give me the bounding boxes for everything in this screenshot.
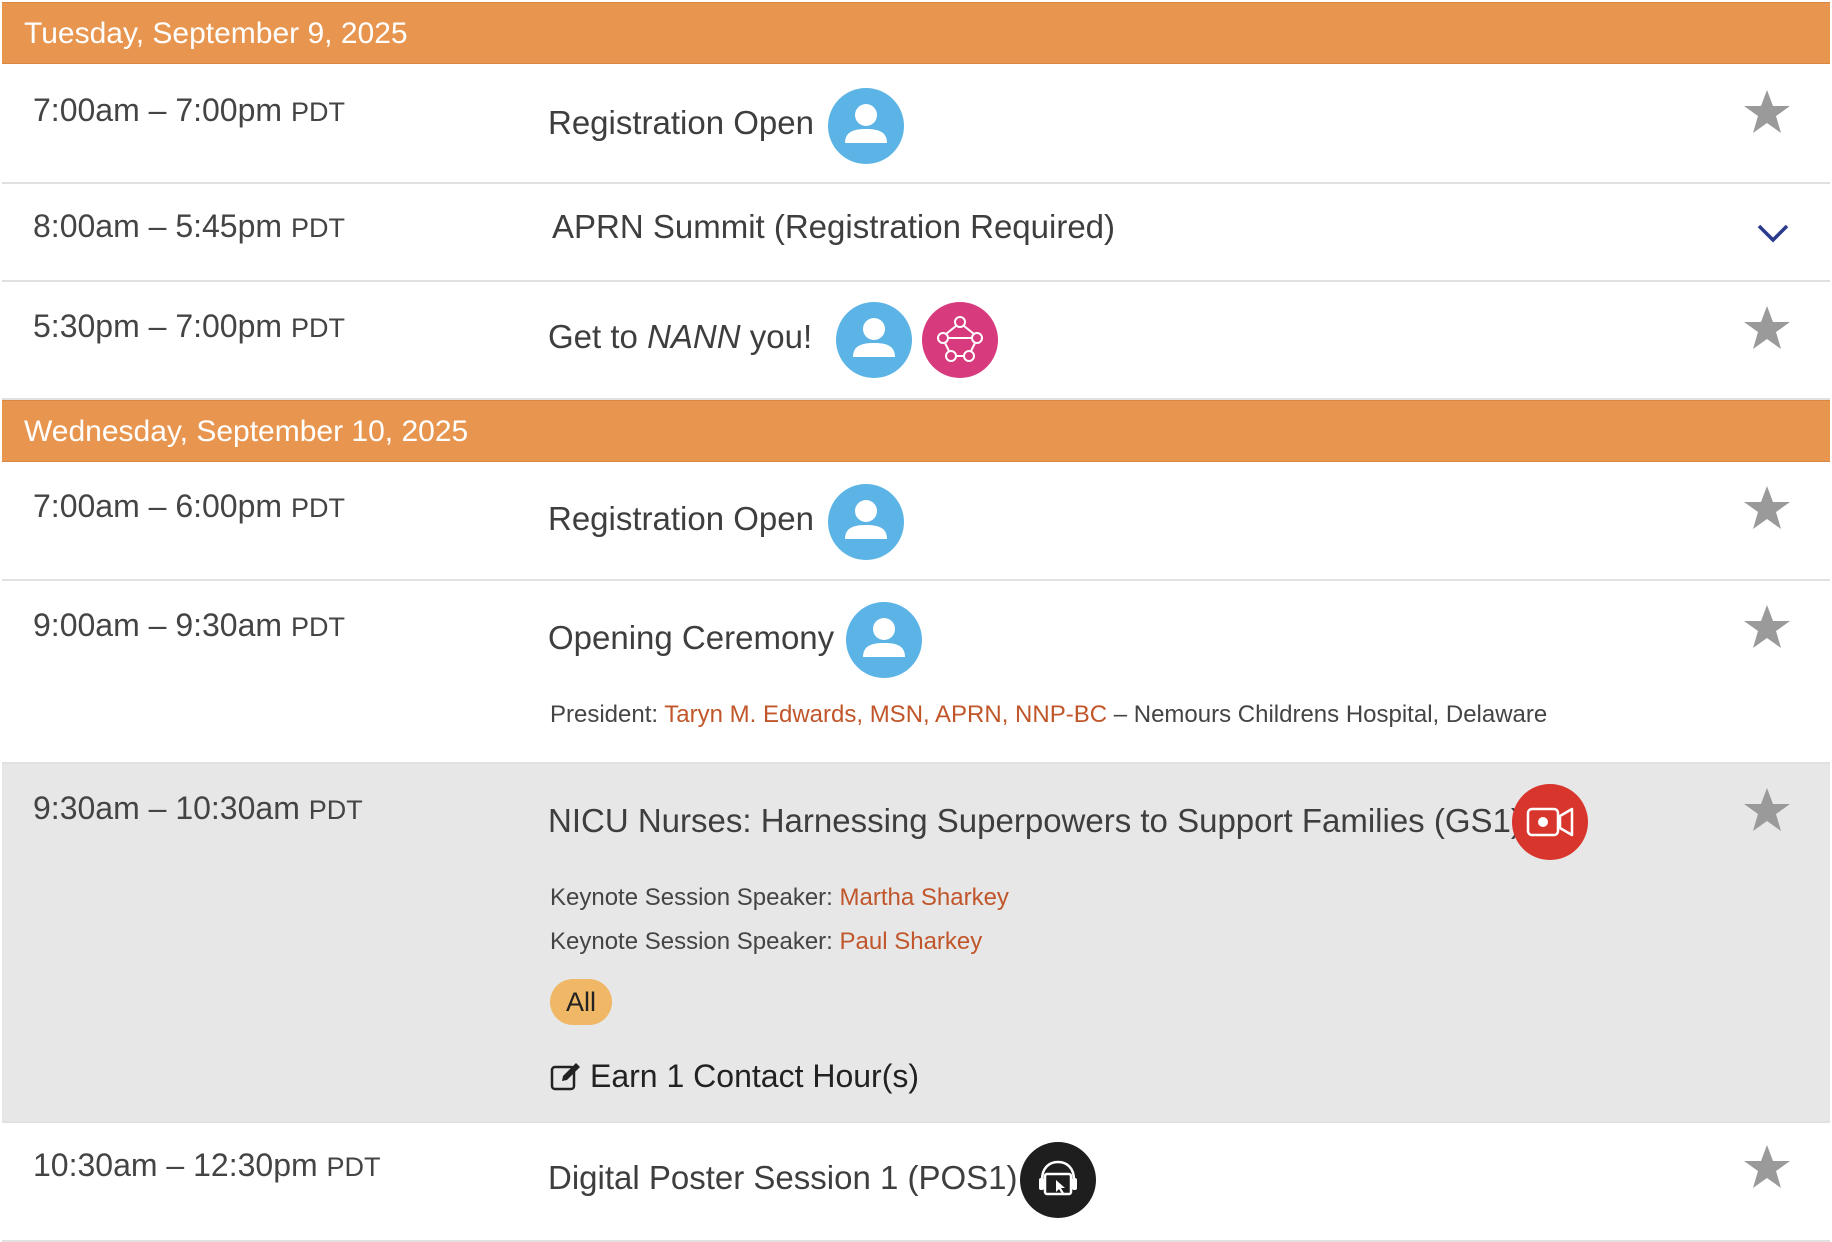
speaker-link[interactable]: Martha Sharkey: [840, 884, 1009, 911]
chevron-down-icon[interactable]: [1756, 222, 1790, 244]
day-header: Wednesday, September 10, 2025: [2, 400, 1830, 462]
person-icon: [828, 88, 904, 164]
session-time: 7:00am – 6:00pm PDT: [33, 488, 345, 524]
favorite-star-icon[interactable]: [1742, 88, 1792, 136]
favorite-star-icon[interactable]: [1742, 304, 1792, 352]
session-title[interactable]: APRN Summit (Registration Required): [552, 208, 1115, 246]
session-row[interactable]: 5:30pm – 7:00pm PDT Get to NANN you!: [2, 282, 1830, 400]
session-time: 5:30pm – 7:00pm PDT: [33, 308, 345, 344]
digital-poster-icon: [1020, 1142, 1096, 1218]
session-title[interactable]: Get to NANN you!: [548, 318, 812, 356]
speaker-line: Keynote Session Speaker: Martha Sharkey: [550, 884, 1009, 911]
session-time: 8:00am – 5:45pm PDT: [33, 208, 345, 244]
favorite-star-icon[interactable]: [1742, 603, 1792, 651]
network-icon: [922, 302, 998, 378]
session-time: 7:00am – 7:00pm PDT: [33, 92, 345, 128]
schedule-list: Tuesday, September 9, 2025 7:00am – 7:00…: [0, 0, 1832, 1242]
audience-badge: All: [550, 979, 613, 1025]
contact-hours-link[interactable]: Earn 1 Contact Hour(s): [550, 1058, 919, 1095]
session-time: 10:30am – 12:30pm PDT: [33, 1147, 381, 1183]
day-label: Wednesday, September 10, 2025: [24, 415, 469, 448]
person-icon: [836, 302, 912, 378]
session-title[interactable]: Registration Open: [548, 500, 814, 538]
session-row[interactable]: 7:00am – 6:00pm PDT Registration Open: [2, 462, 1830, 581]
day-label: Tuesday, September 9, 2025: [24, 17, 408, 50]
session-row[interactable]: 8:00am – 5:45pm PDT APRN Summit (Registr…: [2, 184, 1830, 282]
session-row[interactable]: 7:00am – 7:00pm PDT Registration Open: [2, 64, 1830, 184]
edit-icon: [550, 1063, 580, 1091]
video-camera-icon: [1512, 784, 1588, 860]
speaker-line: President: Taryn M. Edwards, MSN, APRN, …: [550, 701, 1548, 728]
session-title[interactable]: Registration Open: [548, 104, 814, 142]
speaker-link[interactable]: Paul Sharkey: [840, 928, 983, 955]
speaker-link[interactable]: Taryn M. Edwards, MSN, APRN, NNP-BC: [664, 701, 1107, 728]
favorite-star-icon[interactable]: [1742, 484, 1792, 532]
favorite-star-icon[interactable]: [1742, 786, 1792, 834]
session-time: 9:30am – 10:30am PDT: [33, 790, 363, 826]
session-row[interactable]: 9:30am – 10:30am PDT NICU Nurses: Harnes…: [2, 764, 1830, 1123]
session-row[interactable]: 9:00am – 9:30am PDT Opening Ceremony Pre…: [2, 581, 1830, 764]
session-title[interactable]: Digital Poster Session 1 (POS1): [548, 1159, 1018, 1197]
session-title[interactable]: Opening Ceremony: [548, 619, 834, 657]
person-icon: [828, 484, 904, 560]
session-title[interactable]: NICU Nurses: Harnessing Superpowers to S…: [548, 802, 1522, 840]
person-icon: [846, 602, 922, 678]
day-header: Tuesday, September 9, 2025: [2, 2, 1830, 64]
favorite-star-icon[interactable]: [1742, 1143, 1792, 1191]
session-time: 9:00am – 9:30am PDT: [33, 607, 345, 643]
speaker-line: Keynote Session Speaker: Paul Sharkey: [550, 928, 983, 955]
session-row[interactable]: 10:30am – 12:30pm PDT Digital Poster Ses…: [2, 1123, 1830, 1242]
